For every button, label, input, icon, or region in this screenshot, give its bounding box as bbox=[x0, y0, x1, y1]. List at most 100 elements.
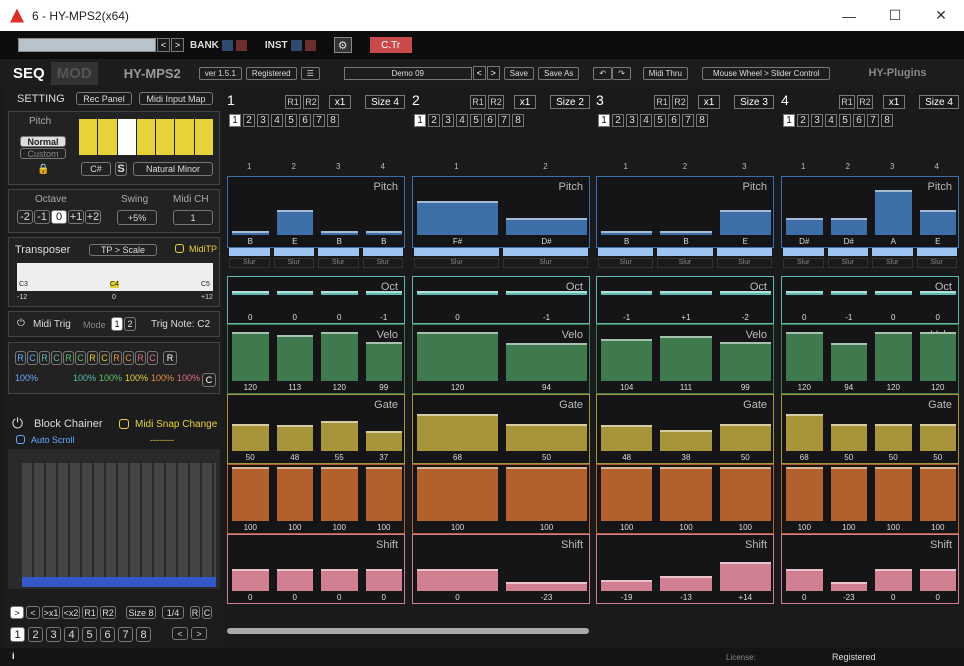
step-button[interactable]: 1 bbox=[229, 114, 241, 127]
undo-icon[interactable]: ↶ bbox=[593, 66, 613, 80]
lane-bar[interactable] bbox=[719, 467, 771, 521]
maximize-button[interactable]: ☐ bbox=[872, 0, 918, 31]
lane-bar[interactable] bbox=[232, 332, 269, 381]
mult-button[interactable]: x1 bbox=[329, 95, 351, 109]
rc-btn[interactable]: R bbox=[87, 351, 98, 365]
octave-btn[interactable]: -1 bbox=[34, 210, 50, 224]
lane-bar[interactable] bbox=[506, 218, 587, 235]
custom-button[interactable]: Custom bbox=[20, 148, 66, 159]
lane-bar[interactable] bbox=[830, 343, 867, 381]
minimize-button[interactable]: — bbox=[826, 0, 872, 31]
close-button[interactable]: ✕ bbox=[918, 0, 964, 31]
lane-bar[interactable] bbox=[719, 291, 771, 295]
step-button[interactable]: 5 bbox=[285, 114, 297, 127]
lane-bar[interactable] bbox=[365, 342, 402, 381]
auto-scroll-checkbox[interactable] bbox=[16, 435, 25, 444]
mult-button[interactable]: x1 bbox=[514, 95, 536, 109]
step-button[interactable]: 6 bbox=[299, 114, 311, 127]
r1-button[interactable]: R1 bbox=[839, 95, 855, 109]
lane-bar[interactable] bbox=[276, 425, 313, 451]
size-select[interactable]: Size 2 bbox=[550, 95, 590, 109]
rc-btn[interactable]: C bbox=[123, 351, 134, 365]
octave-btn[interactable]: 0 bbox=[51, 210, 67, 224]
lane-bar[interactable] bbox=[365, 230, 402, 235]
lane-bar[interactable] bbox=[417, 332, 498, 381]
slur-cell[interactable]: Slur bbox=[229, 248, 270, 268]
lane-bar[interactable] bbox=[830, 291, 867, 295]
slur-cell[interactable]: Slur bbox=[916, 248, 957, 268]
lane-bar[interactable] bbox=[660, 467, 712, 521]
lane-bar[interactable] bbox=[321, 291, 358, 295]
block-chainer-grid[interactable] bbox=[8, 449, 220, 589]
rc-btn[interactable]: C bbox=[99, 351, 110, 365]
lane-bar[interactable] bbox=[232, 424, 269, 451]
step-button[interactable]: 6 bbox=[484, 114, 496, 127]
step-button[interactable]: 5 bbox=[839, 114, 851, 127]
lane-bar[interactable] bbox=[321, 332, 358, 381]
rc-btn[interactable]: C bbox=[147, 351, 158, 365]
slur-cell[interactable]: Slur bbox=[318, 248, 359, 268]
lane-bar[interactable] bbox=[276, 335, 313, 381]
lane-bar[interactable] bbox=[919, 424, 956, 451]
step-button[interactable]: 2 bbox=[797, 114, 809, 127]
slur-cell[interactable]: Slur bbox=[827, 248, 868, 268]
slur-cell[interactable]: Slur bbox=[657, 248, 713, 268]
preset-prev-button[interactable]: < bbox=[472, 66, 486, 80]
lane-bar[interactable] bbox=[601, 425, 653, 451]
lane-bar[interactable] bbox=[875, 424, 912, 451]
slur-cell[interactable]: Slur bbox=[872, 248, 913, 268]
lane-bar[interactable] bbox=[506, 581, 587, 591]
tab-seq[interactable]: SEQ bbox=[13, 65, 45, 82]
slur-cell[interactable]: Slur bbox=[362, 248, 403, 268]
page-btn[interactable]: 4 bbox=[64, 627, 79, 642]
lane-bar[interactable] bbox=[417, 291, 498, 295]
preset-next-button[interactable]: > bbox=[486, 66, 500, 80]
step-button[interactable]: 1 bbox=[598, 114, 610, 127]
preset-name[interactable]: Demo 09 bbox=[343, 66, 472, 80]
inst-blue-square[interactable] bbox=[290, 39, 302, 51]
bank-blue-square[interactable] bbox=[221, 39, 233, 51]
step-button[interactable]: 7 bbox=[313, 114, 325, 127]
rc-btn[interactable]: R bbox=[163, 351, 177, 365]
save-as-button[interactable]: Save As bbox=[538, 66, 580, 80]
page-btn[interactable]: 2 bbox=[28, 627, 43, 642]
page-prev-icon[interactable]: < bbox=[172, 627, 188, 640]
lane-bar[interactable] bbox=[506, 424, 587, 451]
lane-bar[interactable] bbox=[830, 581, 867, 591]
lane-bar[interactable] bbox=[660, 291, 712, 295]
midi-tp-checkbox[interactable] bbox=[175, 244, 184, 253]
midi-ch-select[interactable]: 1 bbox=[173, 210, 213, 225]
lane-bar[interactable] bbox=[321, 467, 358, 521]
bank-red-square[interactable] bbox=[235, 39, 247, 51]
lane-bar[interactable] bbox=[875, 569, 912, 591]
mode-1-button[interactable]: 1 bbox=[111, 317, 123, 331]
lane-bar[interactable] bbox=[365, 291, 402, 295]
lane-bar[interactable] bbox=[919, 467, 956, 521]
lane-bar[interactable] bbox=[321, 230, 358, 235]
ctrl-btn[interactable]: R2 bbox=[100, 606, 116, 619]
page-btn[interactable]: 8 bbox=[136, 627, 151, 642]
scale-select[interactable]: Natural Minor bbox=[133, 162, 213, 176]
page-btn[interactable]: 1 bbox=[10, 627, 25, 642]
lane-bar[interactable] bbox=[417, 201, 498, 235]
slur-cell[interactable]: Slur bbox=[503, 248, 588, 268]
octave-btn[interactable]: -2 bbox=[17, 210, 33, 224]
version-button[interactable]: ver 1.5.1 bbox=[198, 66, 242, 80]
step-button[interactable]: 3 bbox=[626, 114, 638, 127]
registered-button[interactable]: Registered bbox=[245, 66, 297, 80]
r2-button[interactable]: R2 bbox=[303, 95, 319, 109]
step-button[interactable]: 1 bbox=[414, 114, 426, 127]
step-button[interactable]: 3 bbox=[257, 114, 269, 127]
midi-input-map-button[interactable]: Midi Input Map bbox=[139, 92, 213, 105]
slur-cell[interactable]: Slur bbox=[716, 248, 772, 268]
step-button[interactable]: 8 bbox=[881, 114, 893, 127]
rc-c-button[interactable]: C bbox=[202, 373, 216, 387]
tab-mod[interactable]: MOD bbox=[50, 61, 98, 85]
size-select[interactable]: Size 3 bbox=[734, 95, 774, 109]
lane-bar[interactable] bbox=[365, 431, 402, 451]
lane-bar[interactable] bbox=[919, 332, 956, 381]
lane-bar[interactable] bbox=[601, 467, 653, 521]
step-button[interactable]: 6 bbox=[668, 114, 680, 127]
pitch-keyboard[interactable] bbox=[79, 119, 213, 155]
r2-button[interactable]: R2 bbox=[672, 95, 688, 109]
